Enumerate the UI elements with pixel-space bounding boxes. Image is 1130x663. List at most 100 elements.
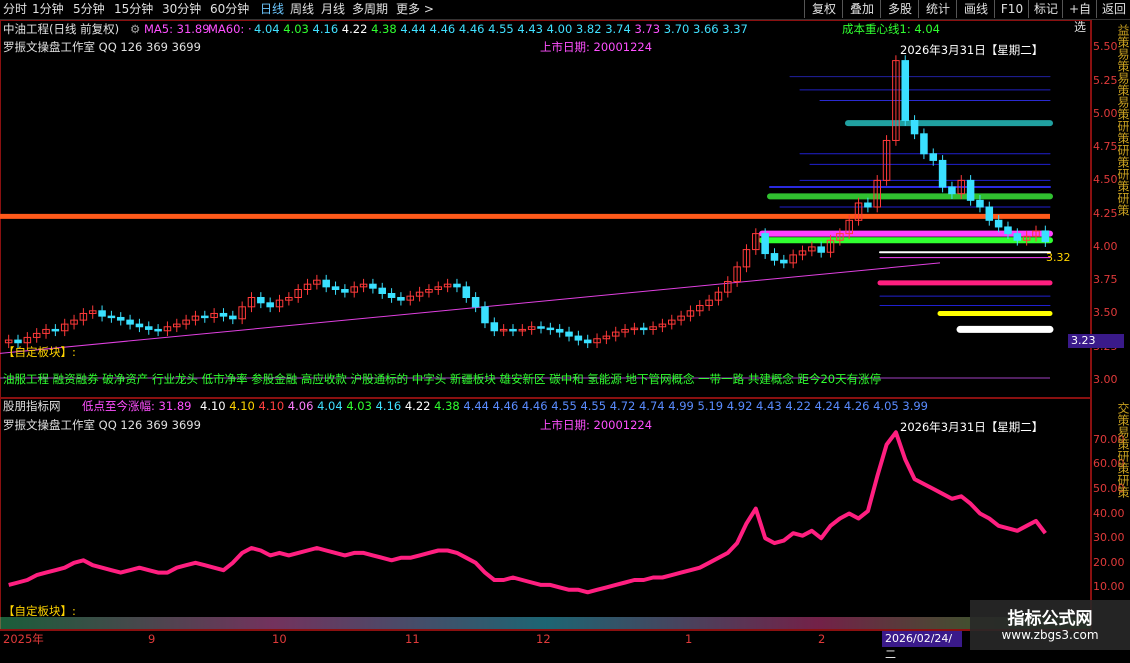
candle-body	[938, 159, 947, 188]
x-label-year: 2025年	[3, 632, 44, 646]
mark-button[interactable]: 标记	[1028, 0, 1063, 18]
candle-body	[555, 328, 564, 333]
candle-body	[761, 233, 769, 255]
statistics-button[interactable]: 统计	[918, 0, 957, 18]
candle-body	[976, 199, 984, 208]
indicator-chart[interactable]	[0, 398, 1091, 630]
candle-body	[546, 327, 555, 331]
candle-body	[229, 315, 237, 320]
candle-body	[864, 202, 872, 208]
overlay-button[interactable]: 叠加	[842, 0, 881, 18]
candle-body	[453, 283, 461, 288]
candle-body	[583, 339, 592, 344]
candle-body	[471, 296, 480, 308]
adjust-button[interactable]: 复权	[804, 0, 843, 18]
period-tab-daily[interactable]: 日线	[260, 2, 284, 17]
custom-block-label: 【自定板块】:	[3, 345, 76, 359]
candle-body	[481, 306, 489, 324]
candle-body	[780, 259, 788, 264]
x-label-nov: 11	[405, 632, 420, 646]
candle-body	[910, 120, 919, 135]
period-tab-weekly[interactable]: 周线	[290, 2, 314, 17]
period-tab-15min[interactable]: 15分钟	[114, 2, 153, 17]
price-chart[interactable]	[0, 20, 1091, 398]
watermark-url: www.zbgs3.com	[1001, 628, 1099, 642]
candle-body	[920, 133, 928, 155]
period-tab-30min[interactable]: 30分钟	[162, 2, 201, 17]
candle-body	[126, 319, 134, 325]
trend-line	[0, 262, 941, 354]
x-label-oct: 10	[272, 632, 287, 646]
candle-body	[770, 253, 779, 261]
candle-body	[135, 323, 144, 328]
candle-body	[341, 289, 349, 293]
last-price-tag: 3.32	[1046, 251, 1071, 264]
candle-body	[574, 335, 583, 341]
sub-concept-strip	[0, 617, 1091, 629]
candle-body	[201, 315, 209, 319]
candle-body	[331, 286, 340, 291]
price-tick: 3.75	[1093, 273, 1118, 287]
price-tick: 4.75	[1093, 140, 1118, 154]
candle-body	[219, 312, 228, 317]
candle-body	[51, 328, 60, 332]
price-tick: 3.00	[1093, 373, 1118, 386]
candle-body	[490, 322, 499, 332]
candle-body	[565, 331, 573, 337]
candle-body	[144, 326, 153, 330]
candle-body	[1004, 226, 1012, 235]
price-tick: 4.00	[1093, 239, 1118, 253]
period-tab-1min[interactable]: 1分钟	[32, 2, 64, 17]
candle-body	[107, 315, 116, 319]
candle-body	[509, 328, 517, 332]
price-tick: 5.50	[1093, 40, 1118, 54]
candle-body	[817, 246, 825, 253]
x-label-jan: 1	[685, 632, 693, 646]
back-button[interactable]: 返回	[1096, 0, 1130, 18]
candle-body	[369, 283, 377, 289]
draw-line-button[interactable]: 画线	[956, 0, 995, 18]
candle-body	[98, 310, 106, 317]
price-tick: 4.50	[1093, 173, 1118, 187]
period-tab-monthly[interactable]: 月线	[321, 2, 345, 17]
period-tab-5min[interactable]: 5分钟	[73, 2, 105, 17]
candle-body	[994, 219, 1003, 228]
candle-body	[322, 279, 330, 288]
period-tab-60min[interactable]: 60分钟	[210, 2, 249, 17]
candle-body	[397, 296, 405, 301]
multi-stock-button[interactable]: 多股	[880, 0, 919, 18]
period-tab-more[interactable]: 更多 >	[396, 2, 434, 17]
sub-custom-block-label: 【自定板块】:	[3, 604, 76, 618]
add-favorite-button[interactable]: +自选	[1062, 0, 1097, 34]
side-decor-text-sub: 交策易策研策研策	[1116, 402, 1130, 498]
concepts-label: 油服工程 融资融券 破净资产 行业龙头 低市净率 参股金融 高应收款 沪股通标的…	[3, 372, 882, 386]
candle-body	[948, 186, 956, 195]
x-label-feb: 2	[818, 632, 826, 646]
side-decor-text: 益策易策易策易策研策研策研策研策	[1116, 24, 1130, 216]
candle-body	[901, 60, 910, 121]
gain-line	[8, 430, 1047, 595]
watermark: 指标公式网 www.zbgs3.com	[970, 600, 1130, 650]
candle-body	[537, 326, 545, 329]
price-tick: 5.00	[1093, 106, 1118, 120]
period-tab-multi[interactable]: 多周期	[352, 2, 388, 17]
x-label-dec: 12	[536, 632, 551, 646]
candle-body	[1013, 233, 1022, 241]
f10-button[interactable]: F10	[994, 0, 1029, 18]
candle-body	[116, 316, 125, 321]
cursor-date-tag: 2026/02/24/二	[882, 631, 962, 661]
watermark-title: 指标公式网	[1007, 609, 1093, 629]
candle-body	[154, 328, 162, 332]
candle-body	[266, 302, 274, 308]
price-tick: 5.25	[1093, 73, 1118, 87]
price-tick: 3.50	[1093, 306, 1118, 320]
price-tick: 4.25	[1093, 206, 1118, 220]
candle-body	[1041, 230, 1050, 243]
candle-body	[966, 179, 975, 201]
candle-body	[14, 339, 22, 344]
candle-body	[378, 287, 387, 294]
x-label-sep: 9	[148, 632, 156, 646]
period-tab-timeshare[interactable]: 分时	[3, 2, 27, 17]
candle-body	[387, 293, 396, 298]
candle-body	[462, 286, 471, 298]
